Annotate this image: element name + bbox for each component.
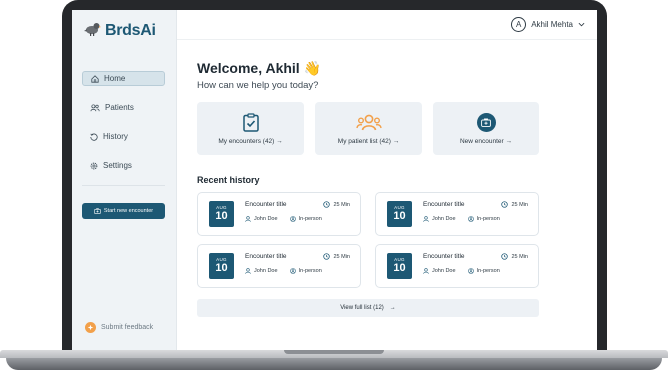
clock-icon (323, 201, 331, 208)
new-encounter-card[interactable]: New encounter → (433, 102, 539, 155)
in-person-icon (467, 268, 474, 274)
new-encounter-label: New encounter → (459, 137, 513, 145)
start-new-encounter-label: Start new encounter (103, 208, 154, 214)
in-person-icon (289, 216, 296, 222)
duration-text: 25 Min (511, 201, 528, 208)
page-title: Welcome, Akhil 👋 (197, 60, 322, 76)
encounter-duration: 25 Min (501, 201, 528, 208)
user-icon (423, 216, 429, 222)
user-icon (245, 268, 251, 274)
recent-history-title: Recent history (197, 175, 260, 185)
user-icon (423, 268, 429, 274)
brand-name: BrdsAi (105, 22, 156, 39)
clock-icon (323, 253, 331, 260)
brand-logo[interactable]: BrdsAi (84, 21, 156, 41)
sidebar-item-history[interactable]: History (82, 129, 165, 144)
history-icon (90, 133, 98, 141)
bird-logo-icon (84, 21, 101, 41)
patient-name: John Doe (432, 216, 456, 222)
encounter-duration: 25 Min (323, 201, 350, 208)
duration-text: 25 Min (333, 253, 350, 260)
sidebar-item-patients[interactable]: Patients (82, 100, 165, 115)
start-new-encounter-button[interactable]: Start new encounter (82, 203, 165, 219)
sidebar-item-settings[interactable]: Settings (82, 158, 165, 173)
chevron-down-icon (578, 22, 585, 27)
gear-icon (90, 162, 98, 169)
home-icon (91, 74, 99, 83)
date-day: 10 (393, 262, 406, 274)
submit-feedback-link[interactable]: Submit feedback (85, 322, 153, 333)
user-menu[interactable]: A Akhil Mehta (511, 17, 585, 32)
my-encounters-card[interactable]: My encounters (42) → (197, 102, 304, 155)
sidebar-nav: Home Patients History Settings (82, 71, 165, 187)
avatar: A (511, 17, 527, 32)
patients-group-icon (355, 113, 382, 132)
clock-icon (501, 201, 509, 208)
user-name: Akhil Mehta (531, 20, 573, 29)
patient-name: John Doe (254, 268, 278, 274)
sidebar-item-home[interactable]: Home (82, 71, 165, 86)
my-patient-list-label: My patient list (42) → (337, 137, 400, 145)
medical-bag-icon (94, 208, 101, 214)
encounter-mode: In-person (298, 268, 322, 274)
date-day: 10 (393, 210, 406, 222)
sidebar-divider (82, 185, 165, 186)
page-subtitle: How can we help you today? (197, 80, 319, 91)
user-icon (245, 216, 251, 222)
encounter-mode: In-person (298, 216, 322, 222)
encounter-title: Encounter title (245, 201, 287, 208)
date-badge: AUG 10 (209, 201, 234, 227)
history-card[interactable]: AUG 10 Encounter title 25 Min John Doe I… (197, 244, 361, 288)
encounter-title: Encounter title (423, 253, 465, 260)
in-person-icon (289, 268, 296, 274)
date-badge: AUG 10 (387, 253, 412, 279)
encounter-meta: John Doe In-person (245, 268, 322, 274)
app-window: BrdsAi Home Patients History Settings St… (72, 10, 597, 352)
view-full-list-label: View full list (12) (340, 305, 384, 311)
view-full-list-button[interactable]: View full list (12) → (197, 299, 539, 317)
clipboard-check-icon (242, 112, 259, 132)
sidebar: BrdsAi Home Patients History Settings St… (72, 10, 177, 352)
duration-text: 25 Min (511, 253, 528, 260)
encounter-duration: 25 Min (501, 253, 528, 260)
date-badge: AUG 10 (387, 201, 412, 227)
my-encounters-label: My encounters (42) → (218, 137, 283, 145)
date-day: 10 (215, 262, 228, 274)
encounter-mode: In-person (476, 268, 500, 274)
history-card[interactable]: AUG 10 Encounter title 25 Min John Doe I… (375, 244, 539, 288)
history-card[interactable]: AUG 10 Encounter title 25 Min John Doe I… (197, 192, 361, 236)
encounter-title: Encounter title (423, 201, 465, 208)
arrow-right-icon: → (389, 305, 396, 311)
feedback-icon (85, 322, 96, 333)
sidebar-item-label: History (103, 132, 128, 141)
sidebar-item-label: Settings (103, 161, 132, 170)
top-bar: A Akhil Mehta (177, 10, 597, 40)
encounter-meta: John Doe In-person (423, 216, 500, 222)
my-patient-list-card[interactable]: My patient list (42) → (315, 102, 422, 155)
patient-name: John Doe (254, 216, 278, 222)
clock-icon (501, 253, 509, 260)
sidebar-item-label: Home (104, 74, 126, 83)
date-badge: AUG 10 (209, 253, 234, 279)
main-content: A Akhil Mehta Welcome, Akhil 👋 How can w… (177, 10, 597, 352)
sidebar-item-label: Patients (105, 103, 134, 112)
laptop-base (0, 350, 668, 372)
date-day: 10 (215, 210, 228, 222)
medical-bag-icon (476, 112, 496, 132)
duration-text: 25 Min (333, 201, 350, 208)
in-person-icon (467, 216, 474, 222)
encounter-duration: 25 Min (323, 253, 350, 260)
encounter-meta: John Doe In-person (423, 268, 500, 274)
patient-name: John Doe (432, 268, 456, 274)
users-icon (90, 103, 100, 111)
submit-feedback-label: Submit feedback (101, 324, 154, 331)
encounter-mode: In-person (476, 216, 500, 222)
encounter-meta: John Doe In-person (245, 216, 322, 222)
history-card[interactable]: AUG 10 Encounter title 25 Min John Doe I… (375, 192, 539, 236)
encounter-title: Encounter title (245, 253, 287, 260)
